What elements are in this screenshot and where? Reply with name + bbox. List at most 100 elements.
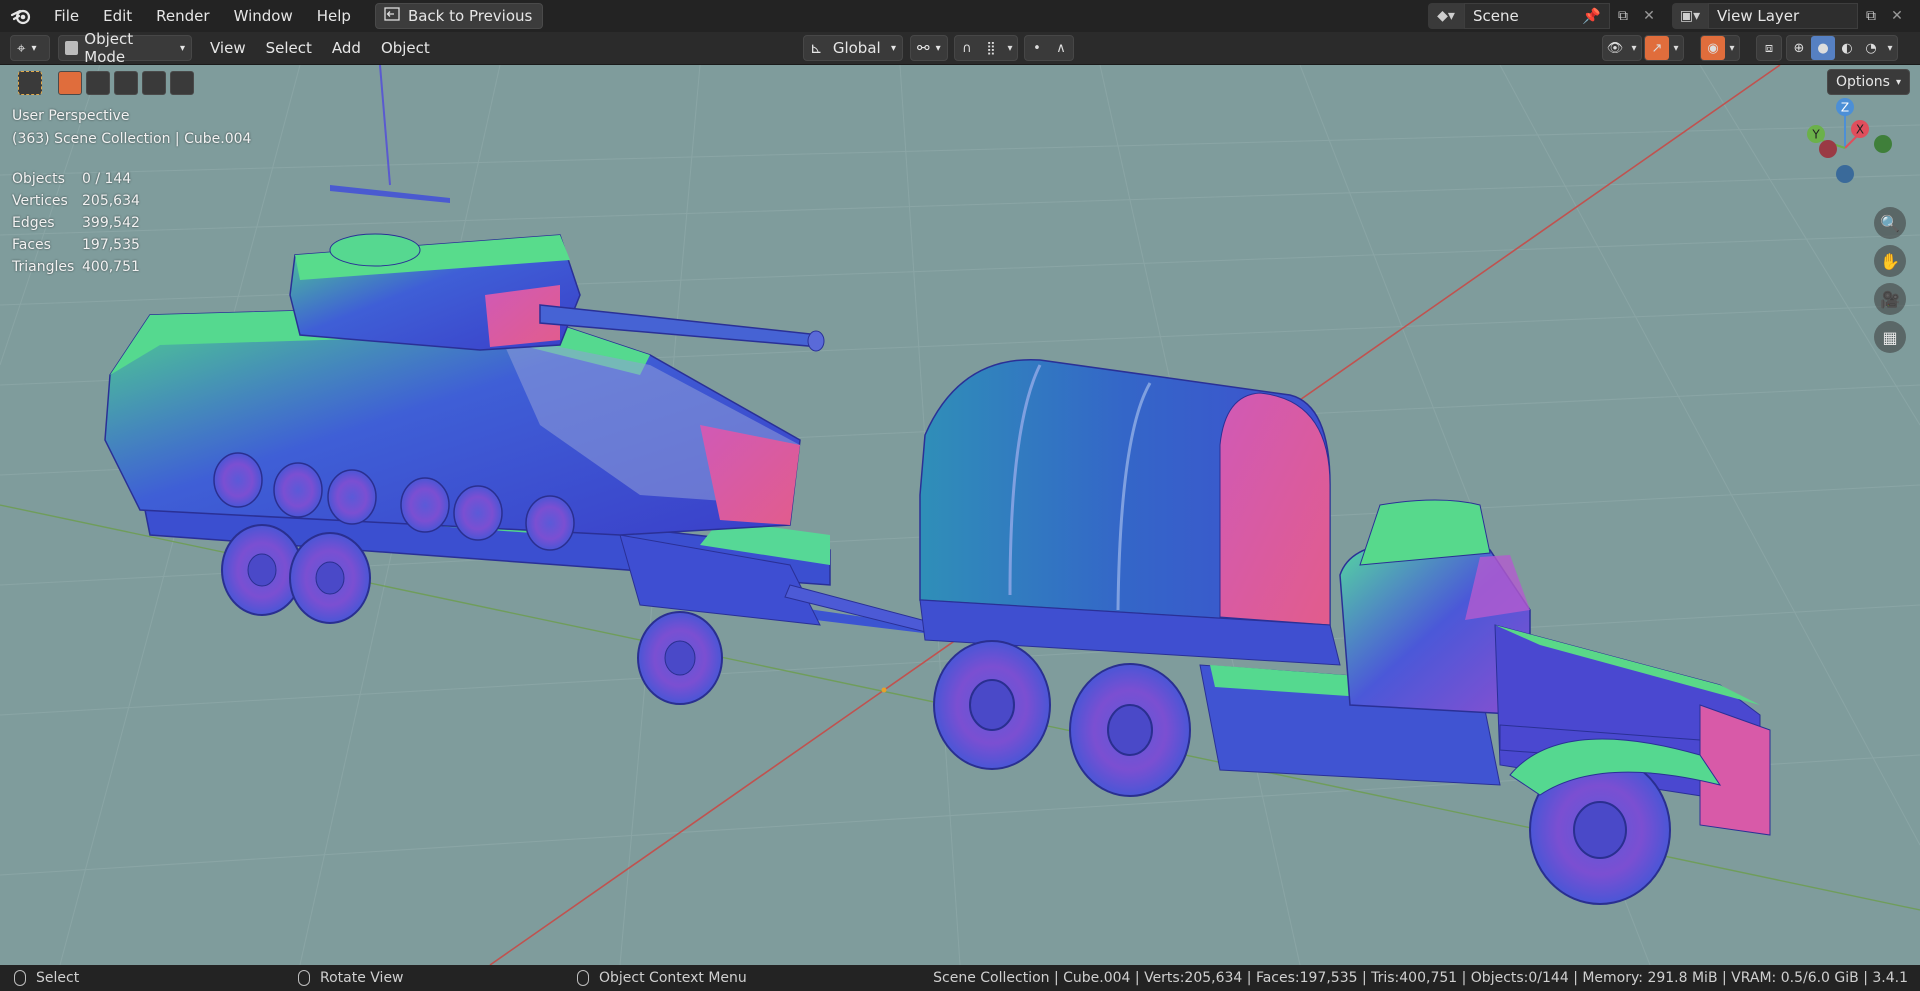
gizmo-x-label: X [1856,123,1864,137]
top-menubar: File Edit Render Window Help Back to Pre… [0,0,1920,32]
delete-view-layer-icon[interactable]: ✕ [1884,3,1910,29]
camera-view-icon[interactable]: 🎥 [1874,283,1906,315]
delete-scene-icon[interactable]: ✕ [1636,3,1662,29]
rendered-shading-icon[interactable]: ◔ [1859,36,1883,60]
new-view-layer-icon[interactable]: ⧉ [1858,3,1884,29]
editor-type-dropdown[interactable]: ⌖ ▾ [10,35,50,61]
chevron-down-icon: ▾ [935,42,941,54]
scene-name-label: Scene [1473,7,1519,25]
view-layer-name-field[interactable]: View Layer [1708,3,1858,29]
viewport-editor-icon: ⌖ [17,39,26,57]
chevron-down-icon[interactable]: ▾ [1003,36,1017,60]
proportional-edit-group: • ∧ [1024,35,1074,61]
scene-selector: ◆▾ Scene 📌 ⧉ ✕ [1428,3,1662,29]
menu-window[interactable]: Window [222,0,305,32]
stat-row: Faces 197,535 [12,234,140,256]
stat-key: Objects [12,171,65,187]
view-layer-name-label: View Layer [1717,7,1800,25]
status-rotate-label: Rotate View [320,970,404,986]
menu-render[interactable]: Render [144,0,221,32]
stat-row: Objects 0 / 144 [12,168,140,190]
material-shading-icon[interactable]: ◐ [1835,36,1859,60]
xray-group: ⧈ [1756,35,1782,61]
proportional-edit-icon[interactable]: • [1025,36,1049,60]
select-new-icon[interactable] [58,71,82,95]
perspective-toggle-icon[interactable]: ▦ [1874,321,1906,353]
gizmo-toggle-icon[interactable]: ↗ [1645,36,1669,60]
stat-value: 399,542 [82,215,140,231]
status-select-hint: Select [14,970,79,986]
chevron-down-icon[interactable]: ▾ [1883,36,1897,60]
gizmo-neg-x-axis[interactable] [1819,140,1837,158]
gizmo-neg-z-axis[interactable] [1836,165,1854,183]
pivot-point-dropdown[interactable]: ⚯ ▾ [910,35,948,61]
snap-grid-icon[interactable]: ⣿ [979,36,1003,60]
pin-icon[interactable]: 📌 [1582,7,1601,25]
menu-file[interactable]: File [42,0,91,32]
solid-shading-icon[interactable]: ● [1811,36,1835,60]
zoom-icon[interactable]: 🔍 [1874,207,1906,239]
chevron-down-icon[interactable]: ▾ [1669,36,1683,60]
status-select-label: Select [36,970,80,986]
select-extend-icon[interactable] [86,71,110,95]
object-mode-icon [65,41,79,55]
mouse-left-icon [14,970,26,986]
status-scene-stats: Scene Collection | Cube.004 | Verts:205,… [933,970,1908,986]
mode-dropdown[interactable]: Object Mode ▾ [58,30,192,66]
viewport-header: ⌖ ▾ Object Mode ▾ View Select Add Object … [0,30,1920,66]
mouse-right-icon [577,970,589,986]
orientation-icon: ⊾ [810,39,823,57]
scene-name-field[interactable]: Scene 📌 [1464,3,1610,29]
menu-help[interactable]: Help [305,0,363,32]
xray-toggle-icon[interactable]: ⧈ [1757,36,1781,60]
snap-magnet-icon[interactable]: ∩ [955,36,979,60]
chevron-down-icon[interactable]: ▾ [1725,36,1739,60]
new-scene-icon[interactable]: ⧉ [1610,3,1636,29]
back-to-previous-label: Back to Previous [407,7,533,25]
wireframe-shading-icon[interactable]: ⊕ [1787,36,1811,60]
stat-row: Vertices 205,634 [12,190,140,212]
stat-value: 205,634 [82,193,140,209]
select-invert-icon[interactable] [142,71,166,95]
header-menu-view[interactable]: View [200,39,256,57]
collection-label: (363) Scene Collection | Cube.004 [12,131,252,147]
pivot-icon: ⚯ [917,39,930,57]
view-layer-browse-icon[interactable]: ▣▾ [1672,3,1708,29]
shading-group: ⊕ ● ◐ ◔ ▾ [1786,35,1898,61]
status-context-hint: Object Context Menu [577,970,747,986]
blender-logo-icon[interactable] [0,0,42,32]
gizmo-neg-y-axis[interactable] [1874,135,1892,153]
overlay-group: ◉ ▾ [1700,35,1740,61]
header-menu-select[interactable]: Select [256,39,322,57]
viewport-scene-canvas [0,65,1920,965]
eye-icon[interactable]: 👁 [1603,36,1627,60]
status-rotate-hint: Rotate View [298,970,404,986]
header-menu-object[interactable]: Object [371,39,440,57]
stat-row: Triangles 400,751 [12,256,140,278]
select-box-tool-icon[interactable] [18,71,42,95]
select-intersect-icon[interactable] [170,71,194,95]
navigation-gizmo[interactable]: Z X Y [1790,93,1900,203]
options-label: Options [1835,74,1890,90]
transform-orientation-dropdown[interactable]: ⊾ Global ▾ [803,35,903,61]
overlays-toggle-icon[interactable]: ◉ [1701,36,1725,60]
stat-value: 400,751 [82,259,140,275]
select-subtract-icon[interactable] [114,71,138,95]
scene-browse-icon[interactable]: ◆▾ [1428,3,1464,29]
3d-viewport[interactable]: User Perspective (363) Scene Collection … [0,65,1920,965]
pan-hand-icon[interactable]: ✋ [1874,245,1906,277]
chevron-down-icon: ▾ [1895,76,1901,88]
falloff-curve-icon[interactable]: ∧ [1049,36,1073,60]
scene-statistics: Objects 0 / 144 Vertices 205,634 Edges 399,… [12,168,140,278]
chevron-down-icon[interactable]: ▾ [1627,36,1641,60]
options-dropdown[interactable]: Options ▾ [1826,69,1910,95]
stat-key: Faces [12,237,51,253]
stat-key: Edges [12,215,55,231]
chevron-down-icon: ▾ [179,42,185,54]
menu-edit[interactable]: Edit [91,0,144,32]
header-menu-add[interactable]: Add [322,39,371,57]
mouse-middle-icon [298,970,310,986]
back-to-previous-button[interactable]: Back to Previous [374,3,544,29]
stat-value: 0 / 144 [82,171,132,187]
chevron-down-icon: ▾ [31,42,37,54]
